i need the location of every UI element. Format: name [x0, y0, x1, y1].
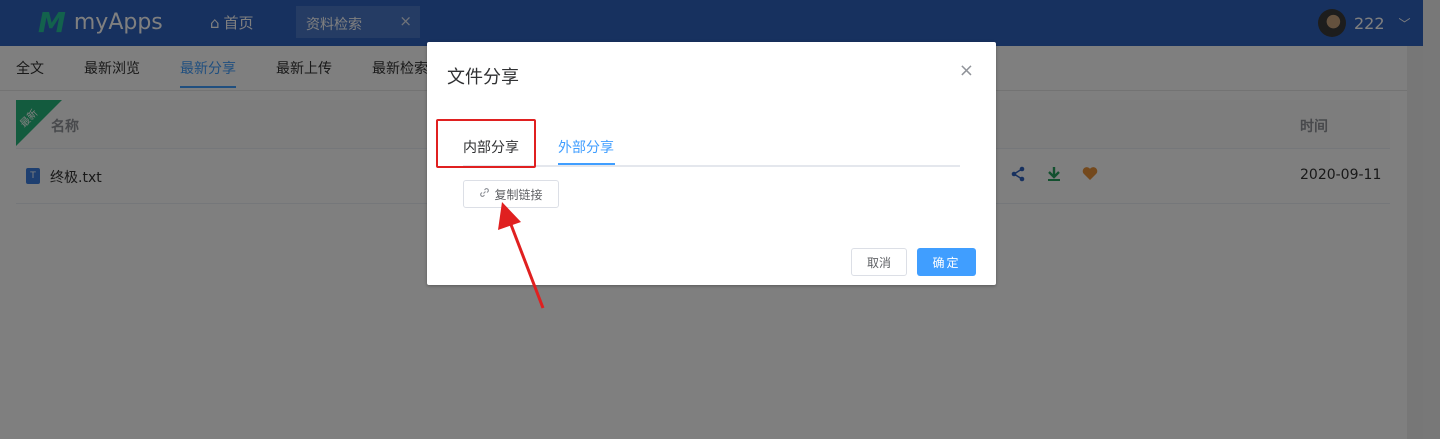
annotation-arrow — [498, 202, 545, 309]
